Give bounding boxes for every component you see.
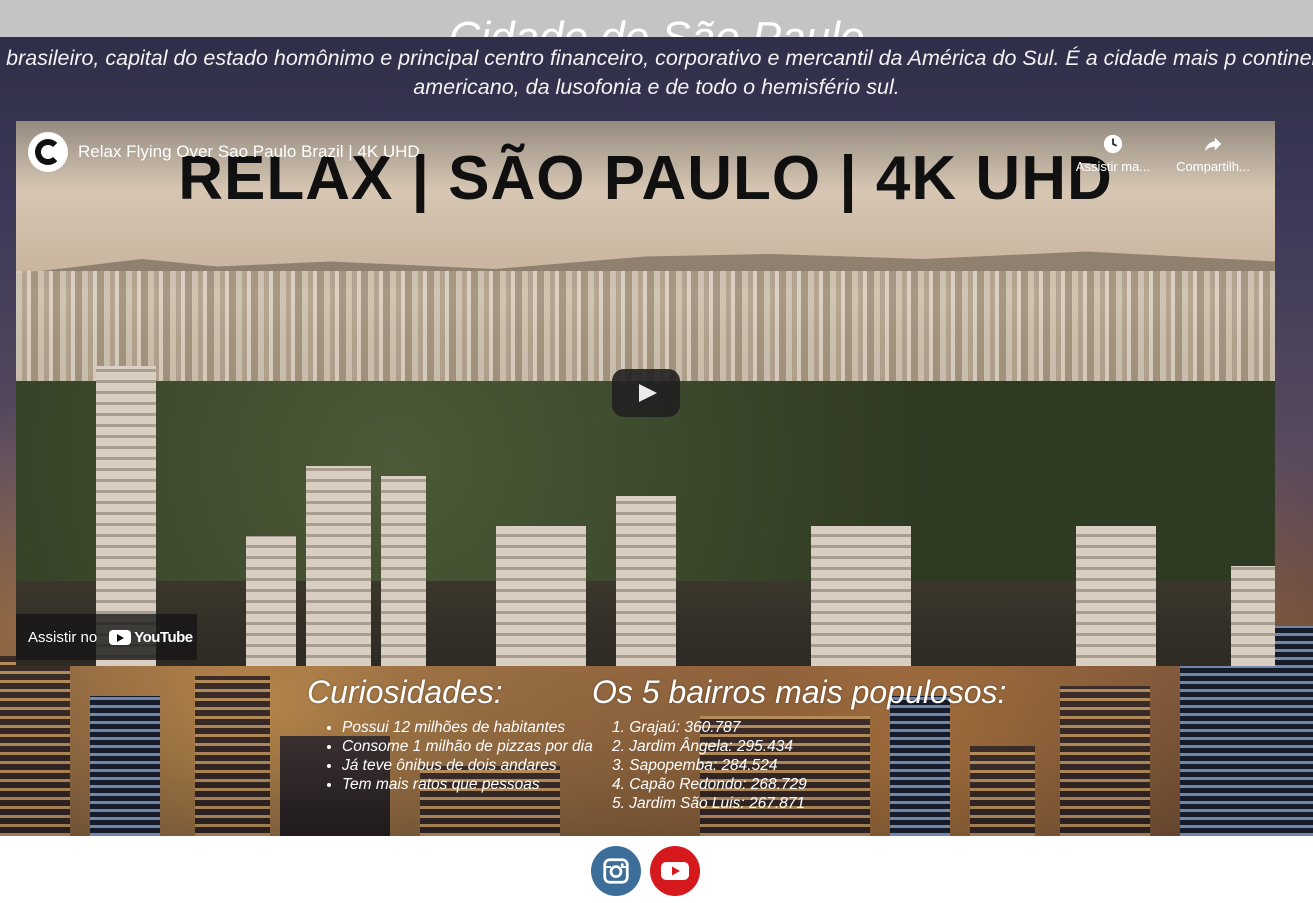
clock-icon [1103, 134, 1123, 154]
list-item: Já teve ônibus de dois andares [342, 756, 593, 775]
youtube-logo: YouTube [109, 629, 193, 646]
list-item: Possui 12 milhões de habitantes [342, 718, 593, 737]
watch-later-button[interactable]: Assistir ma... [1068, 133, 1158, 174]
list-item: Sapopemba: 284.524 [612, 756, 807, 775]
list-item: Jardim Ângela: 295.434 [612, 737, 807, 756]
intro-text: pio brasileiro, capital do estado homôni… [0, 46, 1313, 99]
channel-logo[interactable] [28, 132, 68, 172]
list-item: Consome 1 milhão de pizzas por dia [342, 737, 593, 756]
title-band: Cidade de São Paulo [0, 0, 1313, 37]
share-icon [1204, 137, 1222, 152]
curiosities-list: Possui 12 milhões de habitantes Consome … [325, 718, 593, 794]
share-button[interactable]: Compartilh... [1168, 133, 1258, 174]
youtube-link[interactable] [650, 846, 700, 896]
video-title[interactable]: Relax Flying Over Sao Paulo Brazil | 4K … [78, 142, 420, 162]
watch-on-youtube-button[interactable]: Assistir no YouTube [16, 614, 197, 660]
youtube-video-embed[interactable]: RELAX | SÃO PAULO | 4K UHD Relax Flying … [16, 121, 1275, 666]
instagram-icon [603, 858, 629, 884]
watch-later-label: Assistir ma... [1075, 159, 1151, 174]
share-label: Compartilh... [1176, 159, 1250, 174]
play-button[interactable] [612, 369, 680, 417]
list-item: Tem mais ratos que pessoas [342, 775, 593, 794]
list-item: Grajaú: 360.787 [612, 718, 807, 737]
youtube-icon [661, 862, 689, 880]
page-title: Cidade de São Paulo [0, 13, 1313, 37]
list-item: Jardim São Luis: 267.871 [612, 794, 807, 813]
neighborhoods-heading: Os 5 bairros mais populosos: [592, 674, 1007, 710]
watch-on-label: Assistir no [28, 628, 98, 646]
instagram-link[interactable] [591, 846, 641, 896]
neighborhoods-list: Grajaú: 360.787 Jardim Ângela: 295.434 S… [593, 718, 807, 813]
youtube-icon [109, 629, 132, 645]
curiosities-heading: Curiosidades: [307, 674, 503, 710]
list-item: Capão Redondo: 268.729 [612, 775, 807, 794]
